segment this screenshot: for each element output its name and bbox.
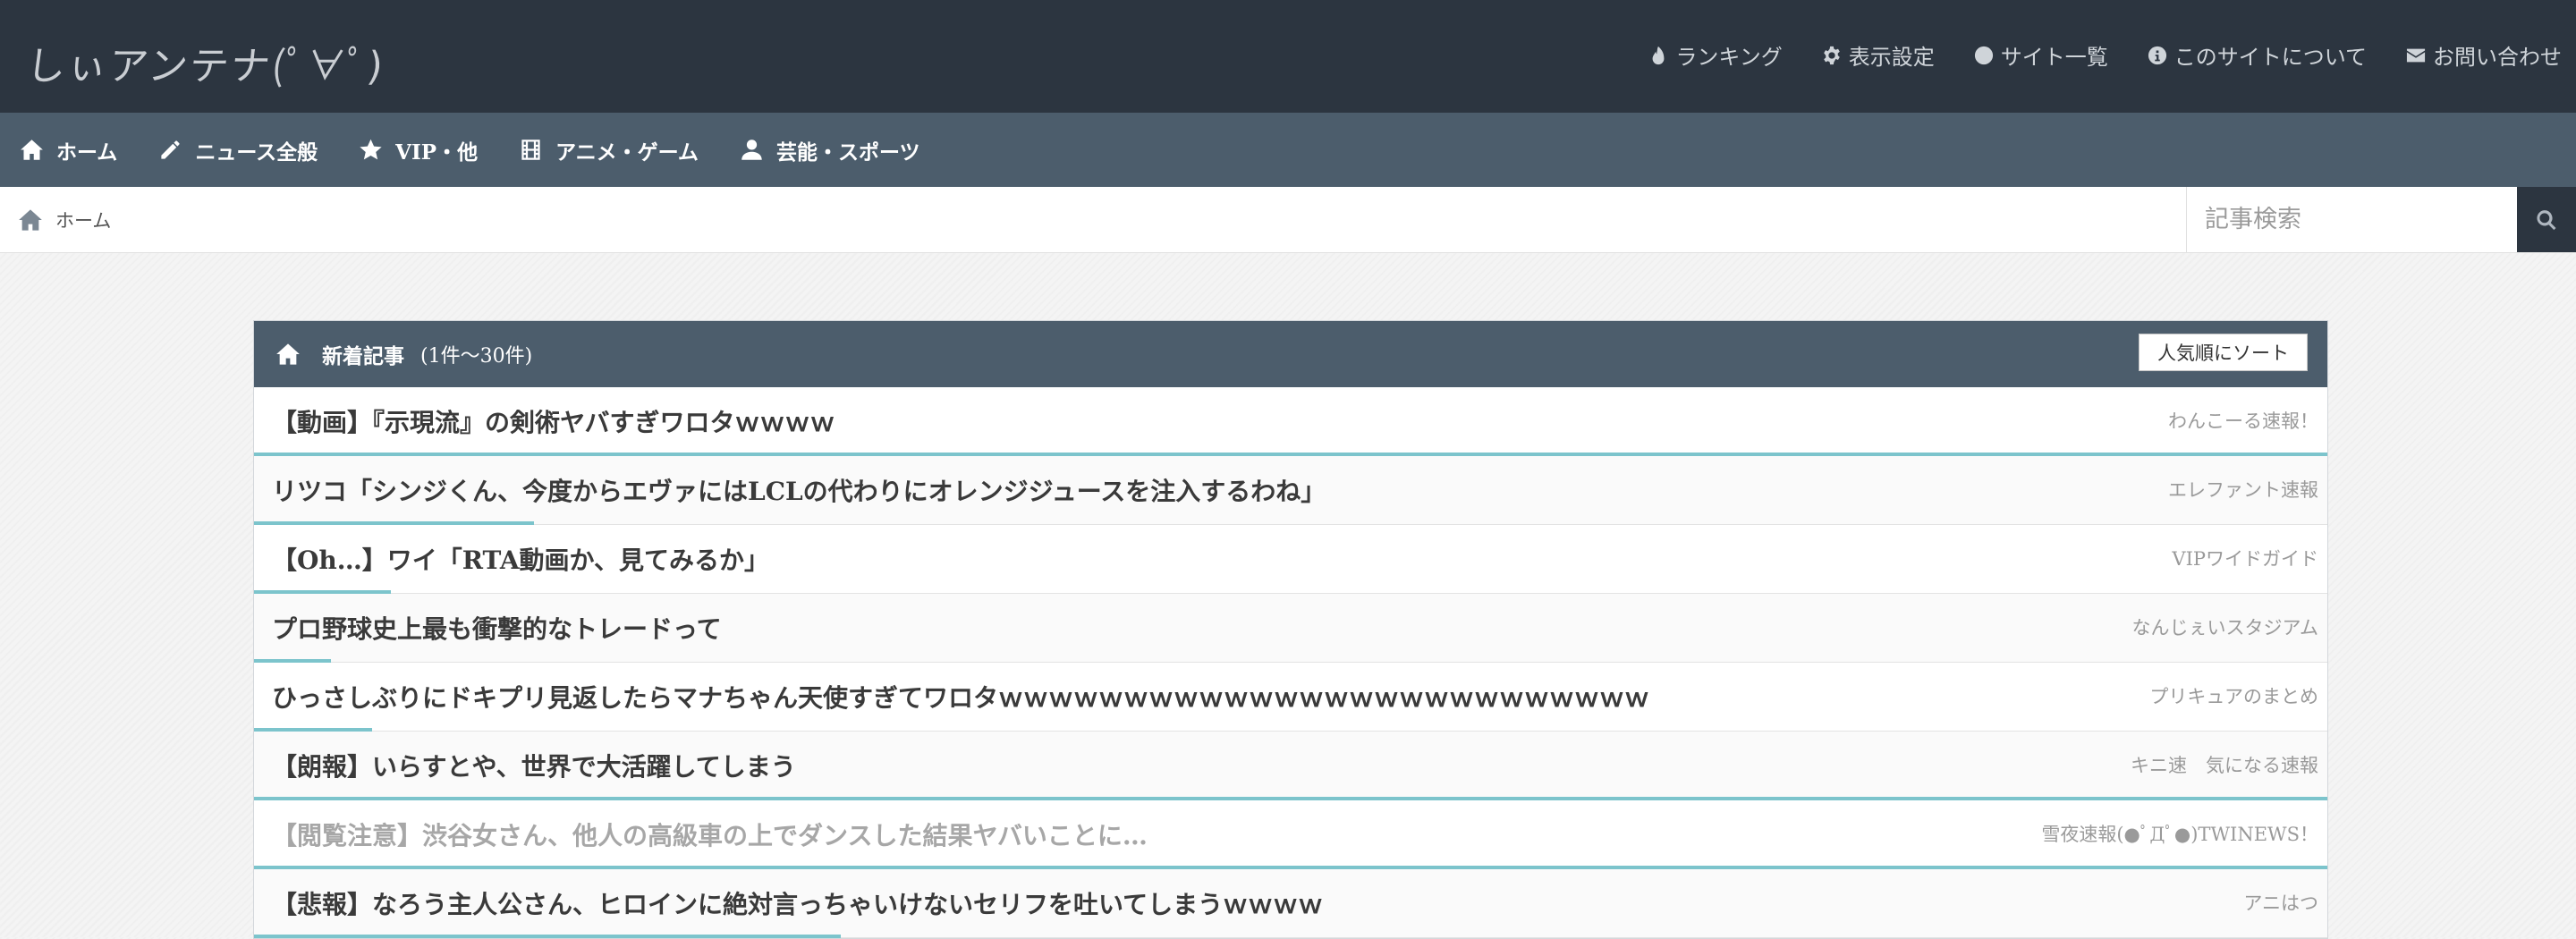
gear-icon	[1823, 46, 1840, 64]
pencil-icon	[161, 140, 180, 159]
top-nav-label: ランキング	[1675, 45, 1783, 70]
search-input[interactable]	[2186, 187, 2517, 252]
category-label: 芸能・スポーツ	[775, 140, 920, 165]
top-nav-ranking[interactable]: ランキング	[1648, 39, 1783, 71]
article-panel: 新着記事 (1件〜30件) 人気順にソート 【動画】『示現流』の剣術ヤバすぎワロ…	[253, 320, 2328, 939]
article-source[interactable]: アニはつ	[2243, 889, 2318, 916]
site-logo[interactable]: しぃアンテナ(ﾟ∀ﾟ)	[24, 34, 388, 91]
article-source[interactable]: キニ速 気になる速報	[2131, 751, 2318, 778]
category-entertainment-sports[interactable]: 芸能・スポーツ	[740, 135, 920, 165]
article-source[interactable]: なんじぇいスタジアム	[2131, 613, 2318, 640]
top-nav-contact[interactable]: お問い合わせ	[2406, 39, 2562, 71]
star-icon	[360, 139, 382, 160]
top-nav-label: お問い合わせ	[2433, 45, 2562, 70]
article-row[interactable]: 【悲報】なろう主人公さん、ヒロインに絶対言っちゃいけないセリフを吐いてしまうｗｗ…	[254, 869, 2327, 938]
article-list: 【動画】『示現流』の剣術ヤバすぎワロタｗｗｗｗ わんこーる速報！ リツコ「シンジくん…	[254, 387, 2327, 938]
article-source[interactable]: エレファント速報	[2168, 476, 2318, 503]
category-label: ホーム	[56, 140, 118, 165]
article-title[interactable]: プロ野球史上最も衝撃的なトレードって	[272, 610, 722, 646]
article-title[interactable]: 【朗報】いらすとや、世界で大活躍してしまう	[272, 748, 796, 783]
breadcrumb: ホーム	[18, 207, 111, 233]
mail-icon	[2406, 48, 2426, 62]
home-icon	[19, 209, 42, 231]
category-label: ニュース全般	[195, 140, 318, 165]
article-row[interactable]: ひっさしぶりにドキプリ見返したらマナちゃん天使すぎてワロタｗｗｗｗｗｗｗｗｗｗｗ…	[254, 663, 2327, 732]
category-nav: ホーム ニュース全般 VIP・他 アニメ・ゲーム 芸能・スポーツ	[0, 113, 2576, 187]
article-row[interactable]: プロ野球史上最も衝撃的なトレードって なんじぇいスタジアム	[254, 594, 2327, 663]
panel-title: 新着記事	[322, 344, 404, 368]
panel-header: 新着記事 (1件〜30件) 人気順にソート	[254, 321, 2327, 387]
top-nav-display-settings[interactable]: 表示設定	[1822, 39, 1935, 71]
article-row[interactable]: 【動画】『示現流』の剣術ヤバすぎワロタｗｗｗｗ わんこーる速報！	[254, 387, 2327, 456]
search-button[interactable]	[2517, 187, 2576, 252]
category-news[interactable]: ニュース全般	[158, 135, 318, 165]
category-label: アニメ・ゲーム	[555, 140, 699, 165]
category-home[interactable]: ホーム	[20, 135, 117, 165]
article-source[interactable]: プリキュアのまとめ	[2149, 682, 2318, 709]
home-icon	[276, 343, 300, 365]
top-nav-about[interactable]: このサイトについて	[2148, 39, 2367, 71]
article-source[interactable]: わんこーる速報！	[2168, 407, 2318, 434]
breadcrumb-bar: ホーム	[0, 187, 2576, 253]
user-icon	[741, 140, 762, 160]
fire-icon	[1653, 46, 1665, 64]
top-nav-label: 表示設定	[1848, 45, 1935, 70]
article-row[interactable]: 【Oh…】ワイ「RTA動画か、見てみるか」 VIPワイドガイド	[254, 525, 2327, 594]
article-row[interactable]: 【朗報】いらすとや、世界で大活躍してしまう キニ速 気になる速報	[254, 732, 2327, 800]
article-title[interactable]: 【悲報】なろう主人公さん、ヒロインに絶対言っちゃいけないセリフを吐いてしまうｗｗ…	[272, 885, 1323, 921]
site-header: しぃアンテナ(ﾟ∀ﾟ) ランキング 表示設定 サイト一覧 このサイトについて お…	[0, 0, 2576, 113]
info-icon	[2148, 46, 2166, 64]
article-title[interactable]: 【閲覧注意】渋谷女さん、他人の高級車の上でダンスした結果ヤバいことに…	[272, 816, 1148, 852]
panel-range: (1件〜30件)	[420, 345, 533, 368]
article-title[interactable]: 【動画】『示現流』の剣術ヤバすぎワロタｗｗｗｗ	[272, 403, 835, 439]
globe-icon	[1974, 46, 1993, 64]
search-icon	[2537, 209, 2556, 230]
popularity-bar	[254, 935, 841, 938]
sort-popular-button[interactable]: 人気順にソート	[2139, 334, 2308, 371]
article-source[interactable]: 雪夜速報(●ﾟДﾟ●)TWINEWS！	[2041, 820, 2318, 847]
category-label: VIP・他	[395, 140, 479, 165]
top-nav-label: このサイトについて	[2174, 45, 2367, 70]
article-source[interactable]: VIPワイドガイド	[2172, 545, 2318, 571]
home-icon	[21, 140, 43, 160]
top-nav-site-list[interactable]: サイト一覧	[1974, 39, 2108, 71]
breadcrumb-home[interactable]: ホーム	[55, 207, 111, 233]
article-row[interactable]: 【閲覧注意】渋谷女さん、他人の高級車の上でダンスした結果ヤバいことに… 雪夜速報(…	[254, 800, 2327, 869]
top-nav-label: サイト一覧	[2000, 45, 2108, 70]
article-title[interactable]: ひっさしぶりにドキプリ見返したらマナちゃん天使すぎてワロタｗｗｗｗｗｗｗｗｗｗｗ…	[272, 679, 1649, 715]
film-icon	[521, 140, 540, 160]
category-vip[interactable]: VIP・他	[359, 135, 478, 165]
top-nav: ランキング 表示設定 サイト一覧 このサイトについて お問い合わせ	[1648, 39, 2562, 71]
article-row[interactable]: リツコ「シンジくん、今度からエヴァにはLCLの代わりにオレンジジュースを注入する…	[254, 456, 2327, 525]
category-anime-game[interactable]: アニメ・ゲーム	[519, 135, 699, 165]
article-title[interactable]: 【Oh…】ワイ「RTA動画か、見てみるか」	[272, 541, 769, 577]
article-title[interactable]: リツコ「シンジくん、今度からエヴァにはLCLの代わりにオレンジジュースを注入する…	[272, 472, 1326, 508]
